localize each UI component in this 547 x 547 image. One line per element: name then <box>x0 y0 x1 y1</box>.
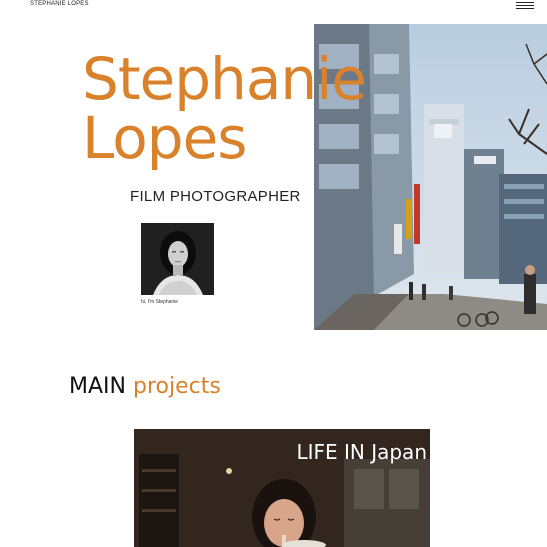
projects-heading-main: MAIN <box>69 374 126 399</box>
hero-name: Stephanie Lopes <box>82 45 367 172</box>
portrait-caption: hi, I'm Stephanie <box>141 299 179 305</box>
portrait-photo <box>141 223 214 295</box>
hero-role: FILM PHOTOGRAPHER <box>130 188 301 205</box>
projects-heading: MAIN projects <box>69 372 221 402</box>
projects-heading-accent: projects <box>132 374 221 399</box>
hero-first-name: Stephanie <box>82 45 367 113</box>
page: STEPHANIE LOPES Stephanie Lopes FILM PHO… <box>0 0 547 547</box>
project-card-life-in-japan[interactable]: LIFE IN Japan <box>134 429 430 547</box>
project-title: LIFE IN Japan <box>296 440 427 464</box>
hamburger-menu-icon[interactable] <box>516 2 534 10</box>
site-logo-text[interactable]: STEPHANIE LOPES <box>30 0 89 8</box>
hero-last-name: Lopes <box>82 104 247 172</box>
